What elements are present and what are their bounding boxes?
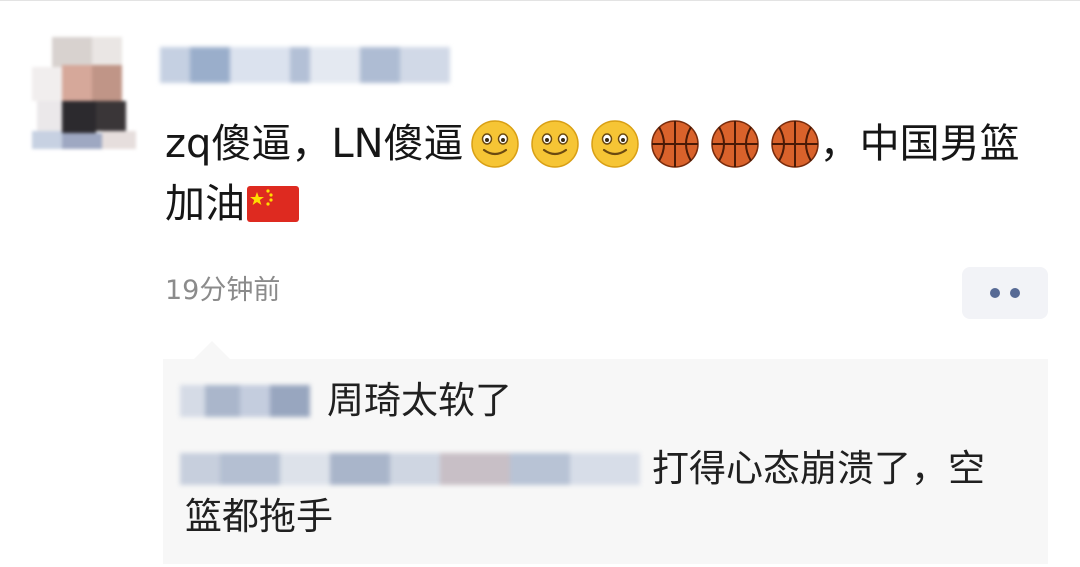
more-dot-icon xyxy=(1010,288,1020,298)
username-blurred[interactable] xyxy=(160,41,460,89)
comment-text-continued: 篮都拖手 xyxy=(185,495,333,538)
avatar[interactable] xyxy=(32,37,136,149)
post-timestamp: 19分钟前 xyxy=(165,275,281,306)
post-text-part-1: zq傻逼，LN傻逼 xyxy=(165,121,464,167)
smiling-face-emoji-icon xyxy=(470,119,520,169)
more-options-button[interactable] xyxy=(962,267,1048,319)
comment-username-blurred[interactable] xyxy=(180,381,320,421)
basketball-emoji-icon xyxy=(770,119,820,169)
smiling-face-emoji-icon xyxy=(590,119,640,169)
moments-post: zq傻逼，LN傻逼 ，中国男篮加油 19分钟前 周琦太软了 打得心态崩溃了，空 … xyxy=(0,0,1080,567)
comment-text: 周琦太软了 xyxy=(327,379,512,422)
basketball-emoji-icon xyxy=(710,119,760,169)
reply-box-pointer xyxy=(194,341,230,359)
china-flag-icon xyxy=(247,186,299,222)
more-dot-icon xyxy=(990,288,1000,298)
post-content: zq傻逼，LN傻逼 ，中国男篮加油 xyxy=(165,113,1045,233)
basketball-emoji-icon xyxy=(650,119,700,169)
smiling-face-emoji-icon xyxy=(530,119,580,169)
comment-text: 打得心态崩溃了，空 xyxy=(652,447,985,490)
comment-username-blurred[interactable] xyxy=(180,449,650,489)
